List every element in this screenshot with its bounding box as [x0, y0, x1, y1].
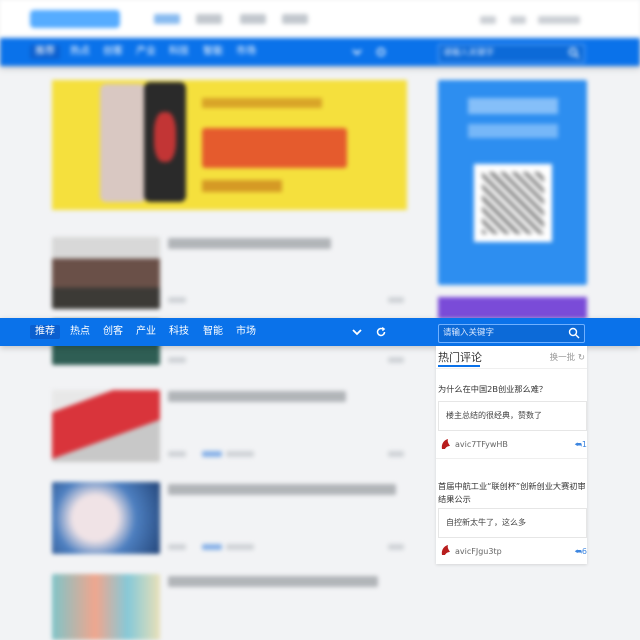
banner-text: [202, 98, 322, 108]
qr-code-image: [474, 164, 552, 242]
search-box[interactable]: [438, 44, 585, 63]
qr-code-ad[interactable]: [438, 80, 587, 285]
site-header: [0, 0, 640, 38]
nav-item-maker[interactable]: 创客: [103, 45, 123, 59]
comment-bubble: 楼主总结的很经典，赞数了: [438, 401, 587, 431]
comment-text: 楼主总结的很经典，赞数了: [446, 411, 542, 420]
avatar[interactable]: [440, 544, 451, 556]
comment-username[interactable]: avic7TFywHB: [455, 440, 508, 449]
nav-item-industry[interactable]: 产业: [136, 325, 156, 339]
search-icon[interactable]: [568, 327, 580, 339]
nav-item-tech[interactable]: 科技: [169, 325, 189, 339]
nav-item-market[interactable]: 市场: [236, 325, 256, 339]
nav-item-hot[interactable]: 热点: [70, 325, 90, 339]
article-title[interactable]: [168, 484, 396, 495]
chevron-down-icon[interactable]: [351, 46, 363, 58]
article-thumbnail[interactable]: [52, 390, 160, 462]
comment-question-link[interactable]: 首届中航工业“联创杯”创新创业大赛初审结果公示: [438, 480, 586, 506]
article-meta: [168, 357, 186, 363]
chevron-down-icon[interactable]: [351, 326, 363, 338]
banner-button: [202, 180, 282, 192]
nav-item-recommend[interactable]: 推荐: [30, 325, 60, 339]
article-thumbnail[interactable]: [52, 482, 160, 554]
article-title[interactable]: [168, 576, 378, 587]
category-nav-top: 推荐 热点 创客 产业 科技 智能 市场: [0, 38, 640, 66]
user-menu[interactable]: [538, 16, 580, 24]
avatar[interactable]: [440, 438, 451, 450]
reply-icon: ⮪: [574, 547, 582, 556]
nav-item-maker[interactable]: 创客: [103, 325, 123, 339]
article-meta: [388, 297, 404, 303]
banner-headline: [202, 128, 347, 168]
article-tag[interactable]: [202, 544, 222, 550]
login-link[interactable]: [480, 16, 496, 24]
title-underline: [438, 365, 480, 367]
nav-item-smart[interactable]: 智能: [203, 45, 223, 59]
register-link[interactable]: [510, 16, 526, 24]
refresh-icon[interactable]: [375, 46, 387, 58]
nav-item-recommend[interactable]: 推荐: [30, 45, 60, 59]
search-icon[interactable]: [568, 47, 580, 59]
comment-bubble: 自控新太牛了，这么多: [438, 508, 587, 538]
article-meta: [226, 544, 254, 550]
article-thumbnail[interactable]: [52, 237, 160, 309]
article-thumbnail[interactable]: [52, 574, 160, 640]
article-meta: [168, 451, 186, 457]
nav-item-smart[interactable]: 智能: [203, 325, 223, 339]
reply-count[interactable]: ⮪6: [574, 547, 587, 557]
nav-item-industry[interactable]: 产业: [136, 45, 156, 59]
article-meta: [226, 451, 254, 457]
refresh-icon[interactable]: [375, 326, 387, 338]
nav-item-market[interactable]: 市场: [236, 45, 256, 59]
header-tab[interactable]: [154, 14, 180, 24]
panel-title: 热门评论: [438, 351, 482, 364]
banner-phone-image: [100, 84, 146, 202]
search-box[interactable]: [438, 324, 585, 343]
article-title[interactable]: [168, 391, 346, 402]
refresh-icon: ↻: [577, 353, 585, 363]
divider: [436, 458, 587, 459]
site-logo[interactable]: [30, 10, 120, 28]
sidebar-ad-strip[interactable]: [438, 297, 587, 319]
article-tag[interactable]: [202, 451, 222, 457]
reply-icon: ⮪: [574, 440, 582, 449]
nav-item-tech[interactable]: 科技: [169, 45, 189, 59]
header-tab[interactable]: [282, 14, 308, 24]
comment-username[interactable]: avicFJgu3tp: [455, 547, 502, 556]
article-meta: [168, 544, 186, 550]
search-input[interactable]: [443, 326, 563, 340]
search-input[interactable]: [443, 46, 563, 60]
article-meta: [388, 357, 404, 363]
article-meta: [168, 297, 186, 303]
header-tab[interactable]: [196, 14, 222, 24]
divider: [436, 368, 587, 369]
nav-item-hot[interactable]: 热点: [70, 45, 90, 59]
category-nav-sticky: 推荐 热点 创客 产业 科技 智能 市场: [0, 318, 640, 346]
article-meta: [388, 451, 404, 457]
promo-banner[interactable]: [52, 80, 407, 210]
banner-phone-image: [144, 82, 186, 202]
comment-question-link[interactable]: 为什么在中国2B创业那么难？: [438, 383, 586, 396]
hot-comments-panel: 热门评论 换一批 ↻ 为什么在中国2B创业那么难？ 楼主总结的很经典，赞数了 a…: [436, 346, 587, 564]
article-title[interactable]: [168, 238, 331, 249]
comment-text: 自控新太牛了，这么多: [446, 518, 526, 527]
refresh-batch-link[interactable]: 换一批 ↻: [550, 351, 585, 363]
header-tab[interactable]: [240, 14, 266, 24]
article-meta: [388, 544, 404, 550]
reply-count[interactable]: ⮪1: [574, 440, 587, 450]
